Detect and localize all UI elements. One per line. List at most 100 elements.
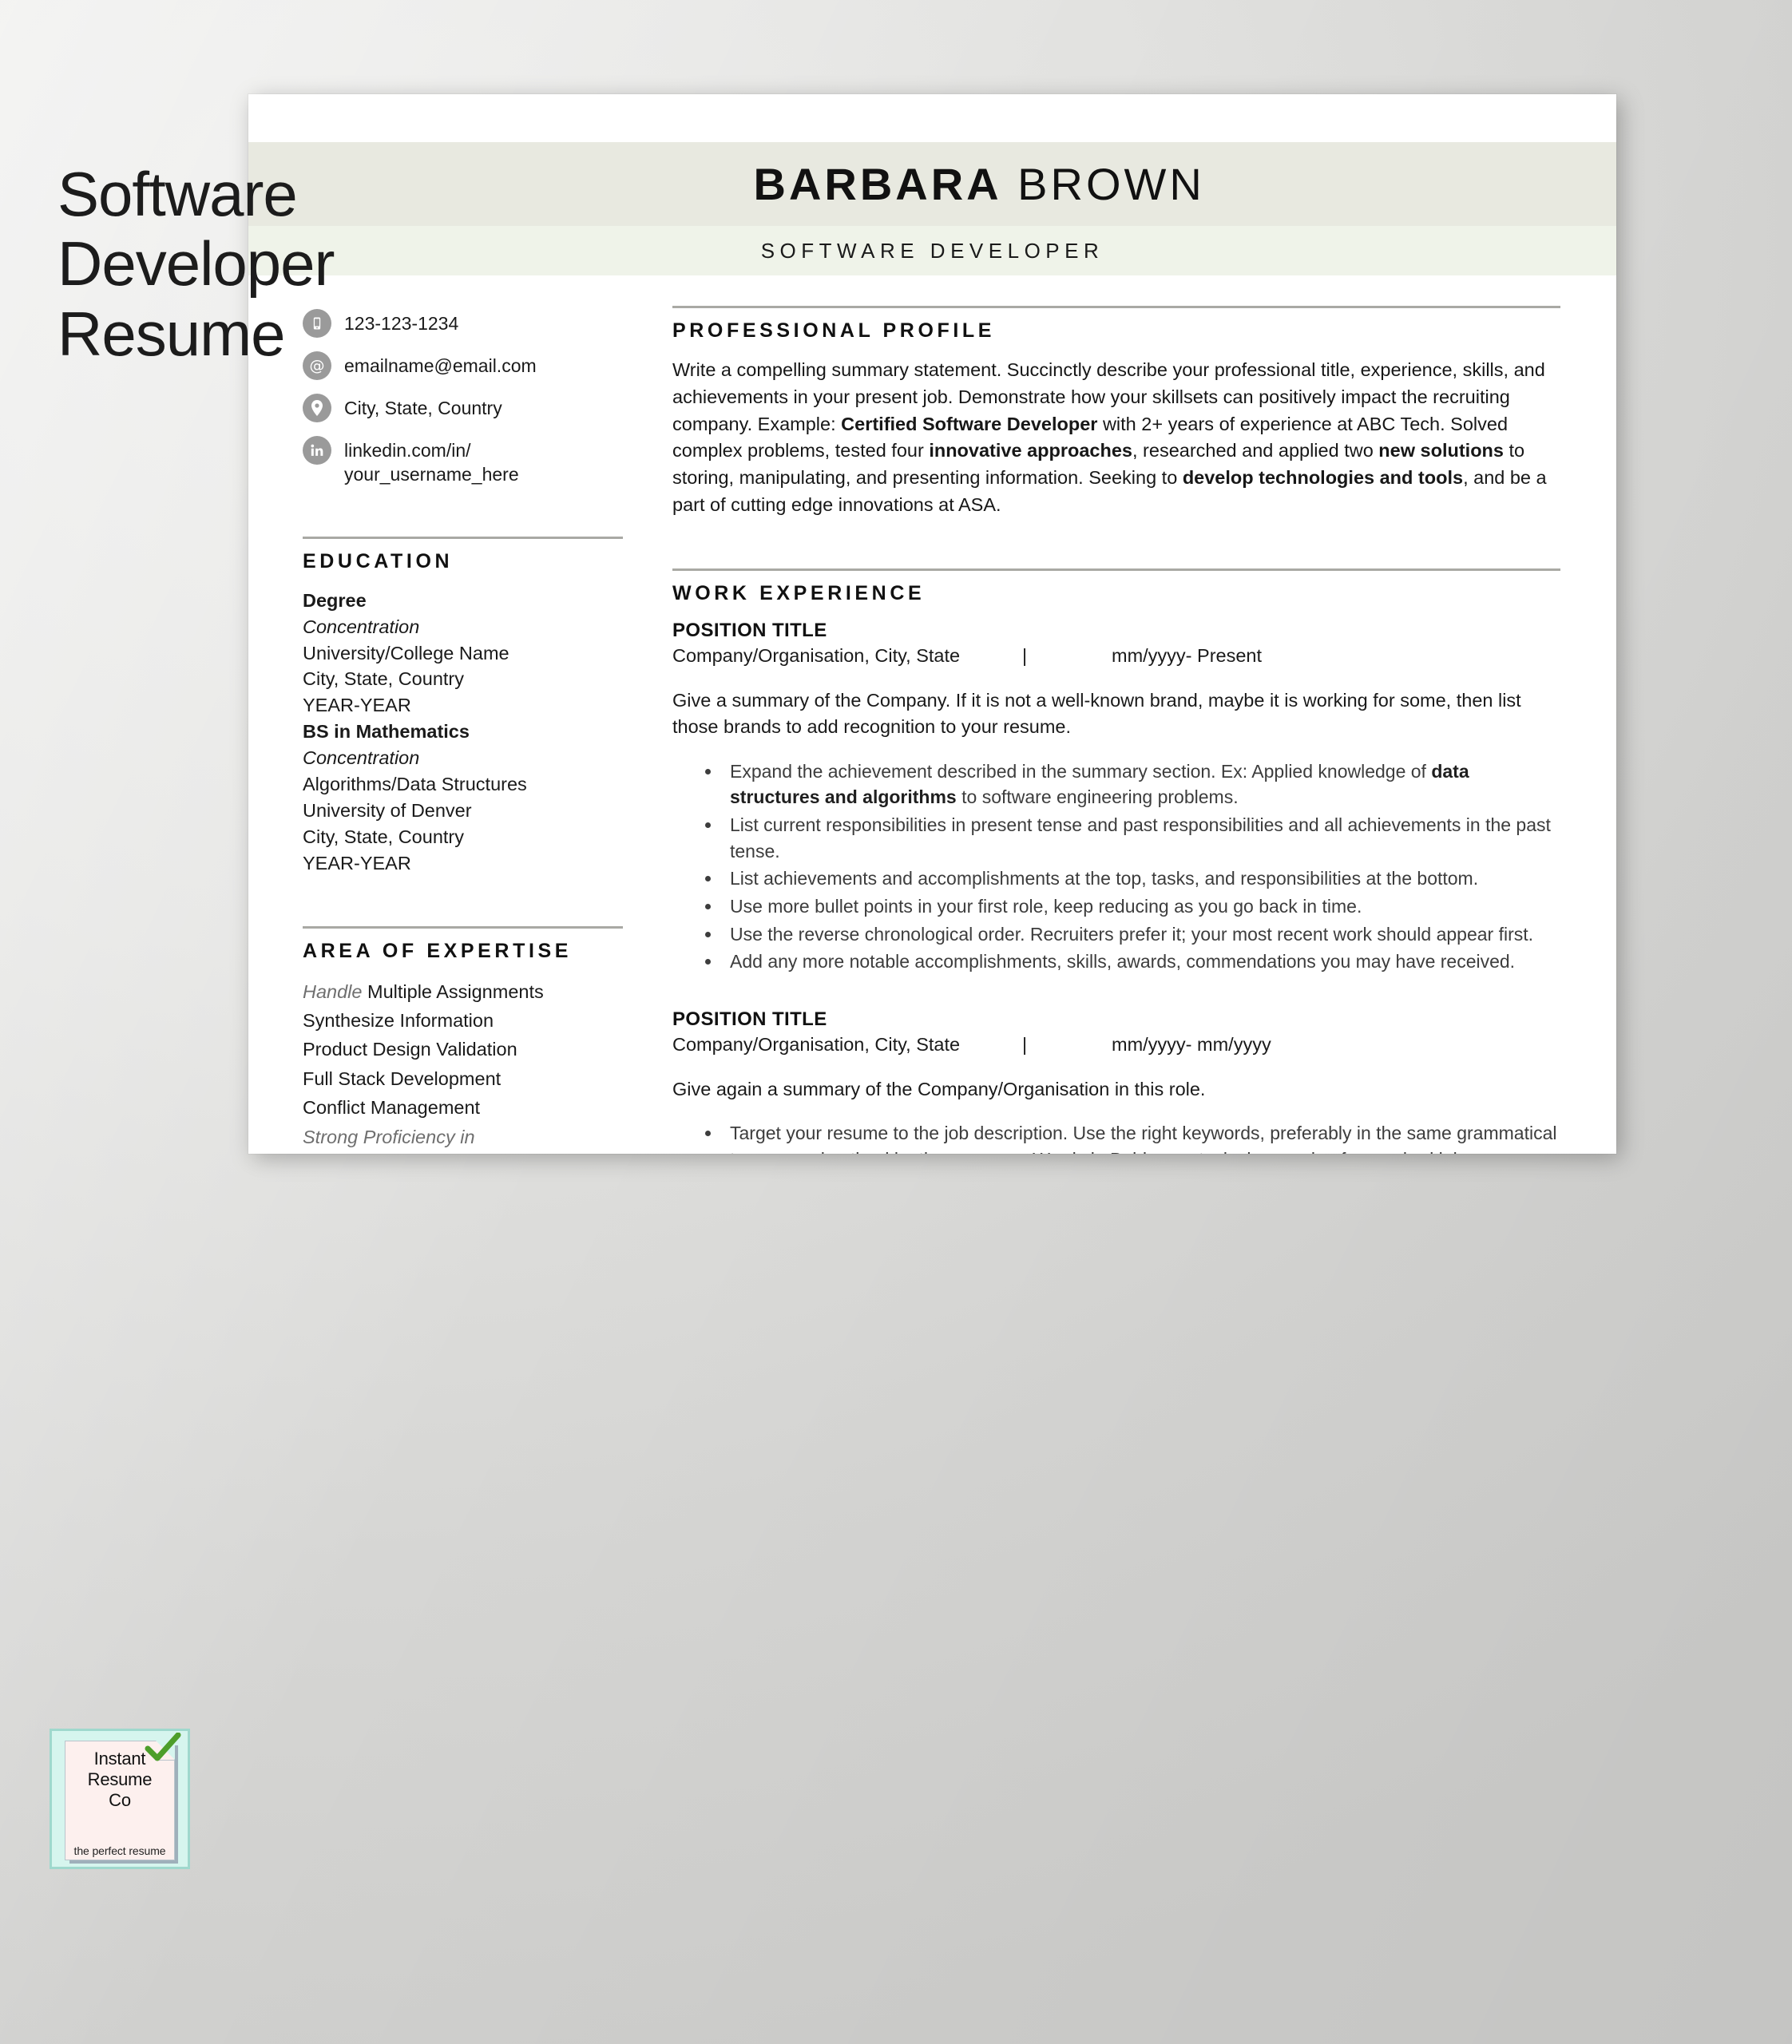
education-section: EDUCATION Degree Concentration Universit… — [303, 536, 623, 877]
education-concentration: Concentration — [303, 616, 420, 637]
profile-section: PROFESSIONAL PROFILE Write a compelling … — [672, 306, 1560, 519]
expertise-item: Full Stack Development — [303, 1068, 502, 1089]
profile-title: PROFESSIONAL PROFILE — [672, 319, 996, 342]
education-entry: Degree Concentration University/College … — [303, 588, 623, 719]
section-rule — [303, 925, 623, 929]
contact-row-location: City, State, Country — [303, 394, 623, 422]
job-bullets: Target your resume to the job descriptio… — [672, 1120, 1560, 1154]
contact-row-linkedin: linkedin.com/in/ your_username_here — [303, 436, 623, 487]
job-summary: Give a summary of the Company. If it is … — [672, 689, 1521, 738]
expertise-item: Conflict Management — [303, 1097, 481, 1119]
expertise-sub-item: C++ — [303, 1151, 623, 1154]
emphasis-text: new solutions — [1378, 440, 1504, 461]
body-text: Add any more notable accomplishments, sk… — [730, 951, 1516, 972]
body-text: Use the reverse chronological order. Rec… — [730, 923, 1534, 945]
body-text: Use more bullet points in your first rol… — [730, 895, 1362, 917]
education-location: City, State, Country — [303, 668, 464, 690]
logo-line-3: Co — [109, 1789, 131, 1810]
list-item: Use the reverse chronological order. Rec… — [722, 921, 1560, 948]
linkedin-icon — [303, 436, 331, 465]
education-years: YEAR-YEAR — [303, 852, 411, 873]
list-item: Target your resume to the job descriptio… — [722, 1120, 1560, 1154]
contact-list: 123-123-1234 @ emailname@email.com City,… — [303, 309, 623, 487]
logo-tagline: the perfect resume — [73, 1844, 166, 1857]
education-title: EDUCATION — [303, 549, 454, 572]
education-years: YEAR-YEAR — [303, 695, 411, 716]
expertise-title: AREA OF EXPERTISE — [303, 939, 573, 962]
section-rule — [672, 306, 1560, 308]
list-item: Use more bullet points in your first rol… — [722, 893, 1560, 920]
candidate-last-name: BROWN — [1017, 159, 1205, 209]
work-experience-title: WORK EXPERIENCE — [672, 581, 926, 604]
education-school: University/College Name — [303, 642, 509, 664]
list-item: Expand the achievement described in the … — [722, 759, 1560, 810]
job-meta: Company/Organisation, City, State | mm/y… — [672, 645, 1560, 667]
left-column: 123-123-1234 @ emailname@email.com City,… — [303, 306, 650, 1154]
body-text: , researched and applied two — [1132, 440, 1379, 461]
job-entry: POSITION TITLE Company/Organisation, Cit… — [672, 620, 1560, 975]
job-company: Company/Organisation, City, State — [672, 1033, 961, 1055]
expertise-item: Product Design Validation — [303, 1039, 517, 1060]
section-rule — [672, 568, 1560, 571]
list-item: List current responsibilities in present… — [722, 812, 1560, 864]
expertise-item: Handle Multiple Assignments — [303, 977, 623, 1006]
education-location: City, State, Country — [303, 826, 464, 847]
job-separator: | — [1022, 644, 1028, 666]
body-text: List achievements and accomplishments at… — [730, 868, 1479, 889]
candidate-first-name: BARBARA — [753, 159, 1002, 209]
job-gap — [672, 976, 1560, 1004]
brand-logo: Instant Resume Co the perfect resume — [50, 1729, 190, 1869]
body-text: Expand the achievement described in the … — [730, 760, 1432, 782]
expertise-lead-italic: Handle — [303, 980, 363, 1002]
job-dates: mm/yyyy- Present — [1112, 644, 1263, 666]
education-detail: Algorithms/Data Structures — [303, 773, 527, 794]
right-column: PROFESSIONAL PROFILE Write a compelling … — [650, 306, 1560, 1154]
job-meta: Company/Organisation, City, State | mm/y… — [672, 1034, 1560, 1056]
job-separator: | — [1022, 1033, 1028, 1055]
expertise-list: Handle Multiple Assignments Synthesize I… — [303, 977, 623, 1154]
logo-line-2: Resume — [87, 1769, 153, 1789]
email-icon: @ — [303, 351, 331, 380]
education-degree: Degree — [303, 589, 367, 611]
job-bullets: Expand the achievement described in the … — [672, 759, 1560, 975]
contact-linkedin[interactable]: linkedin.com/in/ your_username_here — [344, 436, 519, 487]
education-degree: BS in Mathematics — [303, 721, 470, 743]
education-entry: BS in Mathematics Concentration Algorith… — [303, 719, 623, 876]
job-summary: Give again a summary of the Company/Orga… — [672, 1078, 1206, 1099]
contact-email[interactable]: emailname@email.com — [344, 351, 537, 378]
resume-document: BARBARA BROWN SOFTWARE DEVELOPER 123-123… — [248, 94, 1616, 1154]
contact-row-email: @ emailname@email.com — [303, 351, 623, 380]
expertise-item: Synthesize Information — [303, 1009, 494, 1031]
section-rule — [303, 536, 623, 539]
body-text: to software engineering problems. — [956, 786, 1239, 808]
body-text: Target your resume to the job descriptio… — [730, 1123, 1557, 1154]
checkmark-icon — [145, 1732, 181, 1769]
candidate-role: SOFTWARE DEVELOPER — [760, 238, 1104, 263]
resume-body: 123-123-1234 @ emailname@email.com City,… — [248, 275, 1616, 1154]
job-company: Company/Organisation, City, State — [672, 644, 961, 666]
job-dates: mm/yyyy- mm/yyyy — [1112, 1033, 1271, 1055]
work-experience-section: WORK EXPERIENCE POSITION TITLE Company/O… — [672, 568, 1560, 1154]
expertise-subheading: Strong Proficiency in — [303, 1126, 475, 1147]
list-item: Add any more notable accomplishments, sk… — [722, 949, 1560, 975]
svg-text:@: @ — [310, 357, 325, 374]
side-caption: Software Developer Resume — [57, 159, 335, 369]
list-item: List achievements and accomplishments at… — [722, 866, 1560, 892]
job-position-title: POSITION TITLE — [672, 1008, 827, 1030]
location-icon — [303, 394, 331, 422]
contact-location: City, State, Country — [344, 398, 502, 418]
expertise-lead-rest: Multiple Assignments — [362, 980, 544, 1002]
expertise-section: AREA OF EXPERTISE Handle Multiple Assign… — [303, 925, 623, 1154]
emphasis-text: develop technologies and tools — [1182, 467, 1464, 489]
education-school: University of Denver — [303, 799, 472, 821]
phone-icon — [303, 309, 331, 338]
contact-phone[interactable]: 123-123-1234 — [344, 309, 458, 335]
emphasis-text: Certified Software Developer — [841, 413, 1098, 434]
profile-text: Write a compelling summary statement. Su… — [672, 357, 1560, 519]
name-band: BARBARA BROWN — [248, 142, 1616, 226]
education-concentration: Concentration — [303, 747, 420, 769]
job-position-title: POSITION TITLE — [672, 619, 827, 641]
body-text: List current responsibilities in present… — [730, 814, 1551, 862]
job-entry: POSITION TITLE Company/Organisation, Cit… — [672, 1008, 1560, 1154]
contact-row-phone: 123-123-1234 — [303, 309, 623, 338]
